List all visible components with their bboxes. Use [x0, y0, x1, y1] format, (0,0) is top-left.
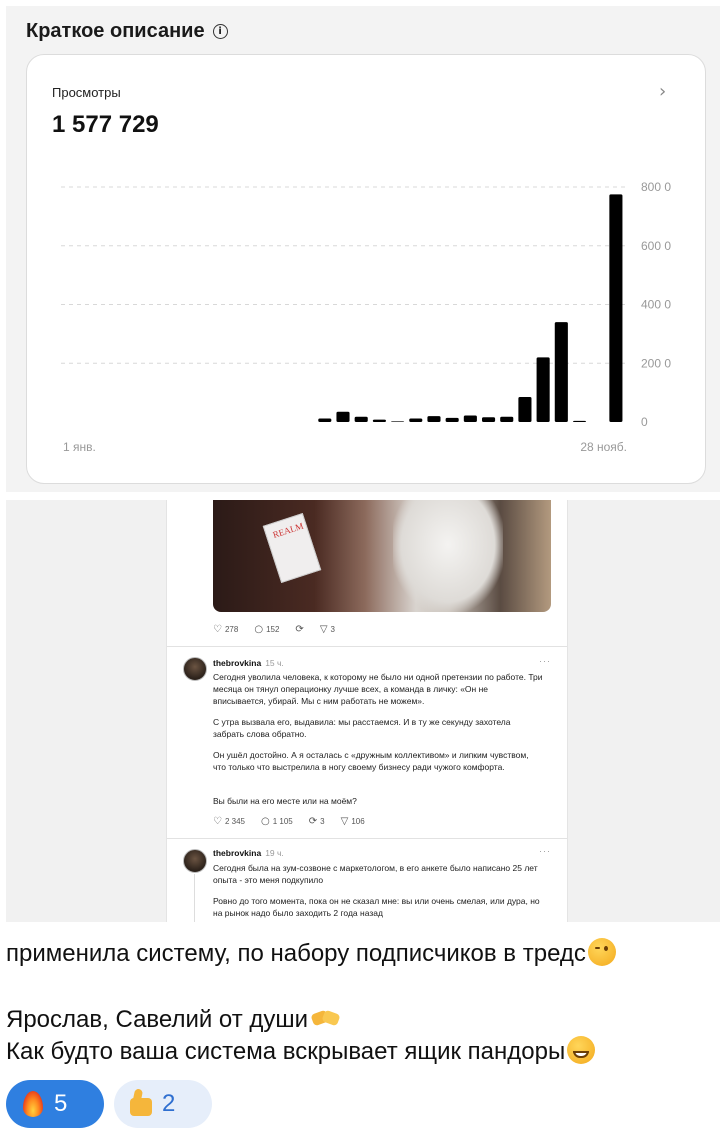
post-stats: ♡ 278 ○ 152 ⟳ ▽ 3 [213, 624, 335, 635]
share-button[interactable]: ▽ 3 [320, 624, 335, 635]
message-text: применила систему, по набору подписчиков… [6, 940, 586, 967]
threads-screenshot: REALM ♡ 278 ○ 152 ⟳ ▽ 3 thebrovkina 15 ч. ··… [6, 500, 720, 922]
share-count: 106 [351, 817, 365, 826]
post-stats: ♡ 2 345 ○ 1 105 ⟳ 3 ▽ 106 [213, 816, 365, 827]
reaction-thumbs-up[interactable]: 2 [114, 1080, 212, 1128]
post-time: 19 ч. [265, 848, 284, 858]
post-divider [167, 646, 567, 647]
share-button[interactable]: ▽ 106 [341, 816, 365, 827]
reply-button[interactable]: ○ 1 105 [261, 816, 293, 827]
repost-button[interactable]: ⟳ [295, 624, 303, 635]
comment-icon: ○ [261, 816, 270, 827]
avatar[interactable] [183, 657, 207, 681]
chart-bar[interactable] [481, 417, 496, 422]
reply-count: 152 [266, 625, 280, 634]
reply-button[interactable]: ○ 152 [254, 624, 279, 635]
like-button[interactable]: ♡ 2 345 [213, 816, 245, 827]
views-card[interactable]: Просмотры 1 577 729 › 0 200 0 400 0 600 0 80… [26, 54, 706, 484]
message-line-3: Как будто ваша система вскрывает ящик па… [6, 1036, 596, 1068]
chart-bars [318, 194, 623, 422]
chart-bar[interactable] [572, 420, 587, 422]
post-paragraph: Вы были на его месте или на моём? [213, 796, 357, 806]
repost-count: 3 [320, 817, 325, 826]
post-time: 15 ч. [265, 658, 284, 668]
chart-bar[interactable] [609, 194, 623, 422]
repost-icon: ⟳ [308, 816, 318, 827]
chart-bar[interactable] [318, 418, 332, 422]
post-paragraph: Он ушёл достойно. А я осталась с «дружны… [213, 750, 529, 772]
send-icon: ▽ [340, 816, 349, 827]
comment-icon: ○ [254, 624, 264, 635]
chart-grid [61, 186, 625, 364]
reaction-count: 2 [162, 1090, 176, 1117]
chart-bar[interactable] [391, 421, 405, 422]
heart-icon: ♡ [213, 624, 222, 635]
message-text: Как будто ваша система вскрывает ящик па… [6, 1038, 566, 1065]
message-line-2: Ярослав, Савелий от души [6, 1004, 342, 1036]
repost-icon: ⟳ [295, 624, 304, 635]
like-count: 278 [224, 625, 239, 634]
post-divider [167, 838, 567, 839]
analytics-screenshot: Краткое описание i Просмотры 1 577 729 ›… [6, 6, 720, 492]
chart-bar[interactable] [354, 416, 368, 422]
info-icon[interactable]: i [212, 24, 228, 39]
section-title-text: Краткое описание [26, 20, 205, 42]
section-title: Краткое описание i [26, 20, 228, 43]
username[interactable]: thebrovkina [213, 848, 261, 858]
more-icon[interactable]: ··· [539, 656, 551, 666]
post-paragraph: Сегодня была на зум-созвоне с маркетолог… [213, 863, 538, 885]
username[interactable]: thebrovkina [213, 658, 261, 668]
fire-icon [20, 1090, 46, 1118]
y-tick-label: 800 0 [641, 180, 671, 194]
heart-icon: ♡ [213, 816, 222, 827]
post-paragraph: Сегодня уволила человека, к которому не … [213, 672, 543, 706]
x-tick-label: 28 нояб. [580, 440, 627, 454]
magazine-image: REALM [262, 512, 322, 584]
reaction-count: 5 [54, 1090, 68, 1117]
like-count: 2 345 [224, 817, 245, 826]
chart-bar[interactable] [463, 415, 477, 422]
reaction-fire[interactable]: 5 [6, 1080, 104, 1128]
y-tick-label: 400 0 [641, 298, 671, 312]
threads-feed: REALM ♡ 278 ○ 152 ⟳ ▽ 3 thebrovkina 15 ч. ··… [166, 500, 568, 922]
post-author[interactable]: thebrovkina 15 ч. [213, 658, 284, 668]
chart-bar[interactable] [500, 416, 514, 422]
reply-count: 1 105 [272, 817, 293, 826]
chart-y-ticks: 0 200 0 400 0 600 0 800 0 [641, 180, 671, 429]
chart-bar[interactable] [427, 416, 441, 422]
thread-line [194, 874, 195, 922]
chart-x-ticks: 1 янв. 28 нояб. [63, 440, 627, 454]
more-icon[interactable]: ··· [539, 846, 551, 856]
winking-face-icon [587, 938, 616, 966]
message-line-1: применила систему, по набору подписчиков… [6, 938, 616, 970]
share-count: 3 [330, 625, 335, 634]
send-icon: ▽ [319, 624, 328, 635]
magazine-title: REALM [271, 520, 305, 540]
y-tick-label: 200 0 [641, 356, 671, 370]
person-image [393, 500, 503, 612]
message-text: Ярослав, Савелий от души [6, 1006, 309, 1033]
chart-bar[interactable] [372, 419, 386, 422]
y-tick-label: 0 [641, 415, 648, 429]
x-tick-label: 1 янв. [63, 440, 96, 454]
chart-bar[interactable] [409, 418, 423, 422]
post-paragraph: С утра вызвала его, выдавила: мы расстае… [213, 717, 511, 739]
chart-bar[interactable] [445, 417, 459, 422]
thumbs-up-icon [128, 1090, 154, 1118]
views-chart: 0 200 0 400 0 600 0 800 0 1 янв. 28 нояб. [61, 180, 671, 454]
grinning-sweat-icon [567, 1036, 596, 1064]
avatar[interactable] [183, 849, 207, 873]
post-image[interactable]: REALM [213, 500, 551, 612]
chart-bar[interactable] [536, 357, 550, 422]
repost-button[interactable]: ⟳ 3 [309, 816, 325, 827]
handshake-icon [310, 1004, 342, 1032]
chart-bar[interactable] [336, 411, 350, 422]
post-author[interactable]: thebrovkina 19 ч. [213, 848, 284, 858]
chart-bar[interactable] [554, 322, 568, 422]
like-button[interactable]: ♡ 278 [213, 624, 238, 635]
chart-bar[interactable] [518, 397, 532, 422]
post-paragraph: Ровно до того момента, пока он не сказал… [213, 896, 540, 918]
y-tick-label: 600 0 [641, 239, 671, 253]
